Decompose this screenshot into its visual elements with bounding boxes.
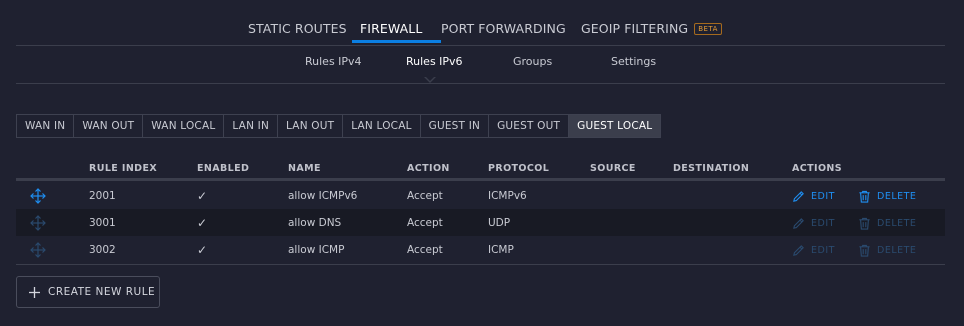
header-destination[interactable]: DESTINATION xyxy=(673,163,749,174)
chain-lan-in[interactable]: LAN IN xyxy=(224,115,279,137)
cell-name: allow ICMPv6 xyxy=(288,190,358,202)
table-row: 3002 ✓ allow ICMP Accept ICMP EDIT DELET… xyxy=(16,236,945,263)
tab-static-routes[interactable]: STATIC ROUTES xyxy=(248,21,347,36)
delete-button[interactable]: DELETE xyxy=(858,244,916,257)
create-new-rule-label: CREATE NEW RULE xyxy=(48,286,156,298)
trash-icon xyxy=(859,217,870,230)
table-row: 3001 ✓ allow DNS Accept UDP EDIT DELETE xyxy=(16,209,945,236)
table-row: 2001 ✓ allow ICMPv6 Accept ICMPv6 EDIT D… xyxy=(16,182,945,209)
cell-protocol: ICMP xyxy=(488,244,514,256)
cell-name: allow DNS xyxy=(288,217,342,229)
chain-selector: WAN IN WAN OUT WAN LOCAL LAN IN LAN OUT … xyxy=(16,114,662,138)
header-name[interactable]: NAME xyxy=(288,163,321,174)
header-actions: ACTIONS xyxy=(792,163,843,174)
cell-protocol: UDP xyxy=(488,217,511,229)
chain-lan-out[interactable]: LAN OUT xyxy=(278,115,344,137)
pencil-icon xyxy=(793,191,804,202)
chain-guest-local[interactable]: GUEST LOCAL xyxy=(569,115,661,137)
header-protocol[interactable]: PROTOCOL xyxy=(488,163,549,174)
subtab-rules-ipv6[interactable]: Rules IPv6 xyxy=(406,55,463,68)
trash-icon xyxy=(859,190,870,203)
trash-icon xyxy=(859,244,870,257)
edit-button[interactable]: EDIT xyxy=(792,190,835,203)
drag-handle-icon[interactable] xyxy=(30,242,46,258)
table-bottom-divider xyxy=(16,264,945,265)
active-subtab-caret xyxy=(424,76,436,83)
sub-tab-bar: Rules IPv4 Rules IPv6 Groups Settings xyxy=(16,45,945,84)
header-action[interactable]: ACTION xyxy=(407,163,450,174)
edit-label: EDIT xyxy=(811,245,835,256)
pencil-icon xyxy=(793,245,804,256)
beta-badge: BETA xyxy=(694,23,722,35)
drag-handle-icon[interactable] xyxy=(30,215,46,231)
enabled-check-icon: ✓ xyxy=(197,243,208,257)
delete-label: DELETE xyxy=(877,191,917,202)
cell-rule-index: 2001 xyxy=(89,190,116,202)
cell-action: Accept xyxy=(407,190,443,202)
cell-name: allow ICMP xyxy=(288,244,345,256)
enabled-check-icon: ✓ xyxy=(197,189,208,203)
enabled-check-icon: ✓ xyxy=(197,216,208,230)
tab-geoip-filtering[interactable]: GEOIP FILTERING BETA xyxy=(581,21,722,36)
pencil-icon xyxy=(793,218,804,229)
chain-guest-out[interactable]: GUEST OUT xyxy=(489,115,570,137)
delete-label: DELETE xyxy=(877,245,917,256)
tab-firewall[interactable]: FIREWALL xyxy=(360,21,422,36)
tab-geoip-label: GEOIP FILTERING xyxy=(581,21,689,36)
cell-action: Accept xyxy=(407,217,443,229)
header-enabled[interactable]: ENABLED xyxy=(197,163,249,174)
chain-lan-local[interactable]: LAN LOCAL xyxy=(343,115,421,137)
create-new-rule-button[interactable]: CREATE NEW RULE xyxy=(16,276,160,308)
drag-handle-icon[interactable] xyxy=(30,188,46,204)
delete-button[interactable]: DELETE xyxy=(858,217,916,230)
chain-guest-in[interactable]: GUEST IN xyxy=(421,115,490,137)
active-tab-indicator xyxy=(352,40,441,43)
cell-action: Accept xyxy=(407,244,443,256)
chain-wan-local[interactable]: WAN LOCAL xyxy=(143,115,225,137)
table-header: RULE INDEX ENABLED NAME ACTION PROTOCOL … xyxy=(16,160,945,181)
subtab-rules-ipv4[interactable]: Rules IPv4 xyxy=(305,55,362,68)
cell-rule-index: 3001 xyxy=(89,217,116,229)
chain-wan-out[interactable]: WAN OUT xyxy=(74,115,144,137)
cell-rule-index: 3002 xyxy=(89,244,116,256)
header-rule-index[interactable]: RULE INDEX xyxy=(89,163,157,174)
delete-button[interactable]: DELETE xyxy=(858,190,916,203)
delete-label: DELETE xyxy=(877,218,917,229)
subtab-groups[interactable]: Groups xyxy=(513,55,552,68)
edit-label: EDIT xyxy=(811,191,835,202)
plus-icon xyxy=(29,286,40,298)
edit-button[interactable]: EDIT xyxy=(792,244,835,257)
chain-wan-in[interactable]: WAN IN xyxy=(17,115,75,137)
subtab-settings[interactable]: Settings xyxy=(611,55,656,68)
tab-port-forwarding[interactable]: PORT FORWARDING xyxy=(441,21,566,36)
header-source[interactable]: SOURCE xyxy=(590,163,636,174)
edit-label: EDIT xyxy=(811,218,835,229)
edit-button[interactable]: EDIT xyxy=(792,217,835,230)
cell-protocol: ICMPv6 xyxy=(488,190,527,202)
top-tab-bar: STATIC ROUTES FIREWALL PORT FORWARDING G… xyxy=(16,0,945,46)
